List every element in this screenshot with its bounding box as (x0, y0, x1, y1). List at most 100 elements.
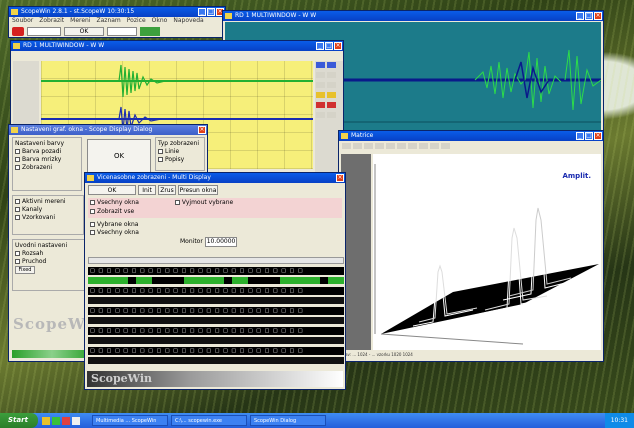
dialog-color-strip (12, 350, 92, 358)
radio[interactable] (158, 149, 163, 154)
close-button[interactable]: × (198, 126, 206, 134)
multi-init-button[interactable]: Init (138, 185, 156, 195)
menu-item[interactable]: Zobrazit (39, 17, 64, 24)
taskbar-item[interactable]: C:\... scopewin.exe (171, 415, 247, 426)
tool-icon[interactable] (316, 102, 325, 108)
menu-item[interactable]: Zaznam (97, 17, 121, 24)
checkbox[interactable] (90, 200, 95, 205)
quicklaunch-icon[interactable] (62, 416, 70, 425)
minimize-button[interactable]: _ (576, 12, 584, 20)
close-button[interactable]: × (594, 12, 602, 20)
tool-icon[interactable] (327, 92, 336, 98)
radio[interactable] (158, 157, 163, 162)
app-icon (225, 13, 232, 19)
checkbox[interactable] (90, 209, 95, 214)
grid-row[interactable]: □ □ □ □ □ □ □ □ □ □ □ □ □ □ □ □ □ □ □ □ … (88, 307, 344, 315)
grid-row[interactable] (88, 357, 344, 364)
grid-row[interactable] (88, 317, 344, 324)
start-button[interactable]: Start (0, 413, 38, 428)
fixed-button[interactable]: Fixed (15, 266, 35, 274)
maximize-button[interactable]: □ (585, 132, 593, 140)
main-ok-button[interactable]: OK (64, 27, 104, 36)
close-button[interactable]: × (334, 42, 342, 50)
checkbox[interactable] (15, 149, 20, 154)
menu-item[interactable]: Mereni (70, 17, 90, 24)
tool-icon[interactable] (316, 82, 325, 88)
maximize-button[interactable]: □ (325, 42, 333, 50)
tool-icon[interactable] (316, 62, 325, 68)
tool-icon[interactable] (386, 143, 395, 149)
grid-row[interactable]: □ □ □ □ □ □ □ □ □ □ □ □ □ □ □ □ □ □ □ □ … (88, 347, 344, 355)
menu-item[interactable]: Okno (152, 17, 168, 24)
stop-icon[interactable] (12, 27, 24, 36)
tool-icon[interactable] (316, 92, 325, 98)
multi-cancel-button[interactable]: Zrus (158, 185, 176, 195)
label: Typ zobrazeni (158, 140, 200, 147)
tool-icon[interactable] (316, 112, 325, 118)
checkbox[interactable] (15, 251, 20, 256)
tool-icon[interactable] (364, 143, 373, 149)
matrix-titlebar[interactable]: Matrice _ □ × (339, 131, 603, 141)
tool-icon[interactable] (327, 72, 336, 78)
checkbox[interactable] (15, 165, 20, 170)
minimize-button[interactable]: _ (316, 42, 324, 50)
tool-icon[interactable] (316, 72, 325, 78)
grid-row[interactable]: □ □ □ □ □ □ □ □ □ □ □ □ □ □ □ □ □ □ □ □ … (88, 267, 344, 275)
taskbar-item[interactable]: Multimedia ... ScopeWin (92, 415, 168, 426)
tool-icon[interactable] (408, 143, 417, 149)
close-button[interactable]: × (336, 174, 344, 182)
checkbox[interactable] (174, 200, 180, 205)
quicklaunch-icon[interactable] (52, 416, 60, 425)
main-titlebar[interactable]: ScopeWin 2.8.1 - st.ScopeW 10:30:15 _ □ × (9, 7, 225, 17)
multi-ok-button[interactable]: OK (88, 185, 136, 195)
tool-icon[interactable] (327, 112, 336, 118)
minimize-button[interactable]: _ (198, 8, 206, 16)
close-button[interactable]: × (594, 132, 602, 140)
toolbar-indicator (140, 27, 160, 36)
main-menubar: Soubor Zobrazit Mereni Zaznam Pozice Okno Napo… (9, 17, 225, 25)
tool-icon[interactable] (430, 143, 439, 149)
checkbox[interactable] (15, 199, 20, 204)
dialog-titlebar[interactable]: Nastaveni graf. okna - Scope Display Dia… (9, 125, 207, 135)
tool-icon[interactable] (327, 62, 336, 68)
checkbox[interactable] (15, 215, 20, 220)
tool-icon[interactable] (353, 143, 362, 149)
multi-titlebar[interactable]: Vicenasobne zobrazeni - Multi Display × (85, 173, 345, 183)
radio[interactable] (90, 222, 95, 227)
checkbox[interactable] (15, 157, 20, 162)
tool-icon[interactable] (327, 102, 336, 108)
tool-icon[interactable] (375, 143, 384, 149)
menu-item[interactable]: Soubor (12, 17, 33, 24)
tool-icon[interactable] (419, 143, 428, 149)
radio[interactable] (90, 230, 95, 235)
toolbar-field[interactable] (107, 27, 137, 36)
monitor-input[interactable]: 10.00000 (204, 237, 237, 247)
quicklaunch-icon[interactable] (42, 416, 50, 425)
tool-icon[interactable] (342, 143, 351, 149)
minimize-button[interactable]: _ (576, 132, 584, 140)
grid-row-active[interactable] (88, 277, 344, 284)
label: Nastaveni barvy (15, 140, 64, 147)
scope-titlebar[interactable]: RD 1 MULTIWINDOW - W W _ □ × (11, 41, 343, 51)
checkbox[interactable] (15, 207, 20, 212)
tool-icon[interactable] (327, 82, 336, 88)
grid-row[interactable]: □ □ □ □ □ □ □ □ □ □ □ □ □ □ □ □ □ □ □ □ … (88, 287, 344, 295)
toolbar-field[interactable] (27, 27, 61, 36)
tool-icon[interactable] (397, 143, 406, 149)
grid-row[interactable] (88, 337, 344, 344)
quicklaunch-icon[interactable] (72, 416, 80, 425)
grid-row[interactable]: □ □ □ □ □ □ □ □ □ □ □ □ □ □ □ □ □ □ □ □ … (88, 327, 344, 335)
multi-move-button[interactable]: Presun okna (178, 185, 218, 195)
checkbox[interactable] (15, 259, 20, 264)
wide-titlebar[interactable]: RD 1 MULTIWINDOW - W W _ □ × (223, 11, 603, 21)
menu-item[interactable]: Napoveda (173, 17, 203, 24)
taskbar-item[interactable]: ScopeWin Dialog (250, 415, 326, 426)
grid-row[interactable] (88, 257, 344, 264)
dialog-ok-button[interactable]: OK (87, 139, 151, 173)
multi-title: Vicenasobne zobrazeni - Multi Display (97, 174, 211, 181)
grid-row[interactable] (88, 297, 344, 304)
tool-icon[interactable] (441, 143, 450, 149)
maximize-button[interactable]: □ (207, 8, 215, 16)
menu-item[interactable]: Pozice (127, 17, 146, 24)
maximize-button[interactable]: □ (585, 12, 593, 20)
